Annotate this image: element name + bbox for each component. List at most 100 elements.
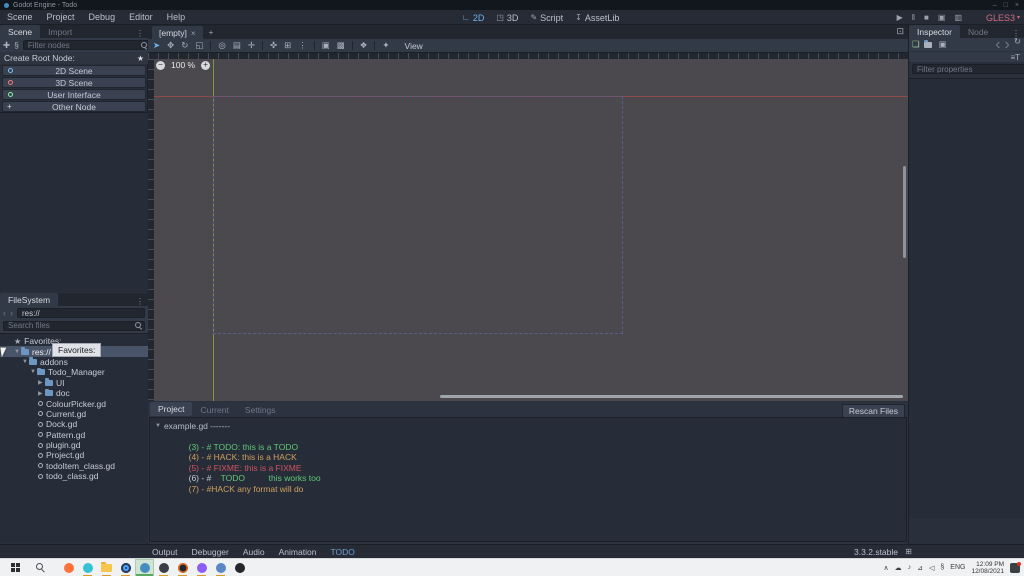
tree-row-project[interactable]: Project.gd [0, 450, 148, 460]
taskbar-app-black[interactable] [230, 559, 249, 576]
tab-import[interactable]: Import [40, 25, 80, 38]
zoom-level[interactable]: 100 % [171, 60, 195, 70]
pan-tool-icon[interactable]: ▤ [233, 40, 241, 51]
tab-node[interactable]: Node [960, 25, 996, 38]
skeleton-options-icon[interactable]: ❖ [360, 40, 368, 51]
move-tool-icon[interactable]: ✥ [167, 40, 174, 51]
tree-row-todo-class[interactable]: todo_class.gd [0, 471, 148, 481]
new-resource-icon[interactable]: ❏ [912, 39, 920, 50]
todo-tab-current[interactable]: Current [192, 403, 236, 416]
chevron-right-icon[interactable]: ▶ [38, 390, 45, 397]
tree-row-colourpicker[interactable]: ColourPicker.gd [0, 398, 148, 408]
language-indicator[interactable]: ENG [950, 564, 965, 571]
start-button[interactable] [6, 559, 24, 576]
create-2d-scene-button[interactable]: 2D Scene [2, 65, 146, 76]
grid-snap-icon[interactable]: ⊞ [284, 40, 291, 51]
menu-editor[interactable]: Editor [122, 12, 160, 22]
view-menu[interactable]: View [405, 41, 423, 51]
horizontal-scrollbar[interactable] [440, 395, 903, 398]
menu-debug[interactable]: Debug [82, 12, 123, 22]
tray-misc-icon[interactable]: § [940, 564, 944, 571]
tree-row-addons[interactable]: ▼ addons [0, 357, 148, 367]
play-scene-button[interactable]: ▣ [938, 13, 946, 22]
panel-debugger[interactable]: Debugger [192, 547, 229, 557]
distraction-free-icon[interactable]: ⊡ [896, 26, 904, 37]
taskbar-app-blue[interactable] [211, 559, 230, 576]
ruler-tool-icon[interactable]: ✛ [248, 40, 255, 51]
select-tool-icon[interactable]: ➤ [153, 40, 160, 51]
menu-help[interactable]: Help [160, 12, 193, 22]
chevron-down-icon[interactable]: ▼ [14, 349, 21, 355]
stop-button[interactable]: ■ [924, 13, 929, 22]
chevron-down-icon[interactable]: ▼ [30, 369, 37, 375]
hidden-icons-chevron[interactable]: ∧ [883, 564, 888, 572]
chevron-right-icon[interactable]: ▶ [38, 379, 45, 386]
tab-inspector[interactable]: Inspector [909, 25, 960, 38]
tab-scene[interactable]: Scene [0, 25, 40, 38]
taskbar-app-godot[interactable] [135, 559, 154, 576]
tree-row-plugin[interactable]: plugin.gd [0, 440, 148, 450]
dock-options-icon[interactable]: ⋮ [136, 297, 148, 306]
minimize-button[interactable]: – [993, 2, 997, 9]
panel-audio[interactable]: Audio [243, 547, 265, 557]
new-scene-tab-button[interactable]: + [209, 27, 214, 39]
menu-project[interactable]: Project [40, 12, 82, 22]
property-tools-icon[interactable]: ≡T [1010, 53, 1020, 62]
favorite-star-icon[interactable]: ★ [137, 54, 144, 63]
taskbar-app-dark-blue[interactable] [116, 559, 135, 576]
notification-center-icon[interactable] [1010, 563, 1020, 573]
clock[interactable]: 12:09 PM 12/08/2021 [971, 561, 1004, 575]
history-forward-icon[interactable]: › [10, 308, 13, 318]
tree-row-current[interactable]: Current.gd [0, 409, 148, 419]
todo-file-header[interactable]: ▼ example.gd ------- [155, 421, 906, 431]
taskbar-app-firefox[interactable] [59, 559, 78, 576]
add-node-icon[interactable]: ✚ [3, 40, 10, 51]
scene-tab-empty[interactable]: [empty] × [152, 26, 203, 39]
renderer-dropdown[interactable]: GLES3 ▾ [986, 10, 1020, 25]
search-files-input[interactable] [3, 321, 145, 331]
path-input[interactable] [17, 308, 145, 318]
pause-button[interactable]: ‖ [912, 13, 915, 22]
group-object-icon[interactable]: ▩ [337, 40, 345, 51]
maximize-button[interactable]: □ [1004, 2, 1008, 9]
workspace-assetlib[interactable]: ↧ AssetLib [575, 13, 619, 23]
list-select-icon[interactable]: ◎ [218, 40, 225, 51]
menu-scene[interactable]: Scene [0, 12, 40, 22]
object-history-icon[interactable]: ↻ [1014, 36, 1021, 54]
dock-options-icon[interactable]: ⋮ [136, 29, 148, 38]
vertical-scrollbar[interactable] [903, 166, 906, 258]
filter-properties-input[interactable] [912, 64, 1024, 74]
history-forward-icon[interactable]: › [1005, 36, 1010, 54]
tree-row-dock[interactable]: Dock.gd [0, 419, 148, 429]
scale-tool-icon[interactable]: ◱ [195, 40, 203, 51]
todo-tab-project[interactable]: Project [150, 402, 192, 416]
zoom-in-button[interactable]: + [201, 61, 210, 70]
load-resource-icon[interactable] [924, 42, 932, 48]
create-other-node-button[interactable]: + Other Node [2, 101, 146, 112]
taskbar-app-explorer[interactable] [97, 559, 116, 576]
chevron-down-icon[interactable]: ▼ [22, 359, 29, 365]
tree-row-todoitem-class[interactable]: todoItem_class.gd [0, 461, 148, 471]
play-custom-scene-button[interactable]: ▥ [954, 13, 962, 22]
save-resource-icon[interactable]: ▣ [939, 39, 947, 50]
tree-row-pattern[interactable]: Pattern.gd [0, 430, 148, 440]
history-back-icon[interactable]: ‹ [995, 36, 1000, 54]
microphone-icon[interactable]: ♪ [908, 564, 912, 571]
snap-options-icon[interactable]: ⋮ [298, 40, 307, 51]
workspace-3d[interactable]: ◳ 3D [496, 13, 518, 23]
smart-snap-icon[interactable]: ✜ [270, 40, 277, 51]
panel-todo[interactable]: TODO [330, 547, 354, 557]
2d-viewport-canvas[interactable]: − 100 % + [148, 53, 908, 401]
update-spinner-icon[interactable]: ⊞ [905, 547, 912, 556]
taskbar-search-icon[interactable] [36, 563, 45, 572]
tree-row-doc[interactable]: ▶ doc [0, 388, 148, 398]
taskbar-app-record[interactable] [173, 559, 192, 576]
icon-misc[interactable]: ✦ [382, 40, 389, 51]
tree-row-todo-manager[interactable]: ▼ Todo_Manager [0, 367, 148, 377]
taskbar-app-teams[interactable] [154, 559, 173, 576]
taskbar-app-purple[interactable] [192, 559, 211, 576]
workspace-script[interactable]: ✎ Script [530, 13, 563, 23]
onedrive-icon[interactable]: ☁ [895, 564, 902, 572]
lock-object-icon[interactable]: ▣ [322, 40, 330, 51]
panel-output[interactable]: Output [152, 547, 178, 557]
